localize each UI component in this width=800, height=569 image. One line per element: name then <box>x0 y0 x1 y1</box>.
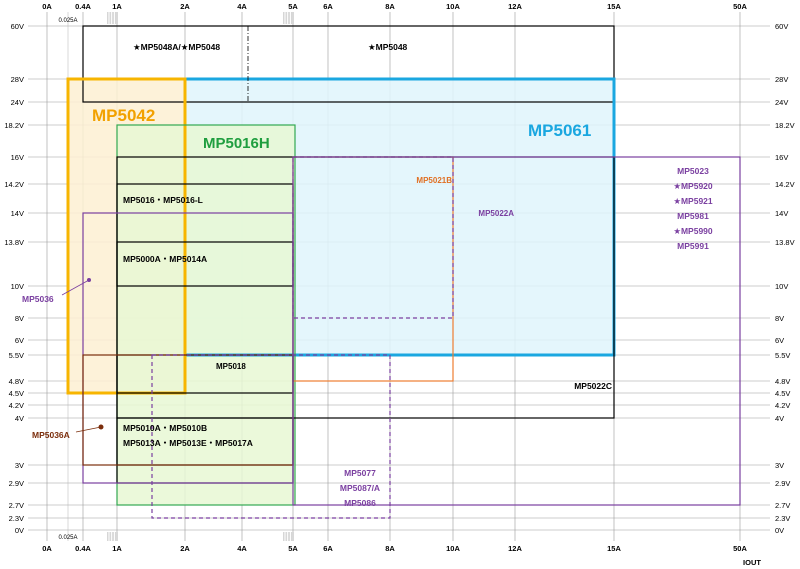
y-tick-label-left: 14.2V <box>4 180 24 189</box>
y-tick-label-left: 3V <box>15 461 24 470</box>
x-tick-label-top: 12A <box>508 2 522 11</box>
region-label: MP5087/A <box>340 483 380 493</box>
region-label: MP5023 <box>677 166 709 176</box>
y-tick-label-left: 4.2V <box>9 401 24 410</box>
region-label: ★MP5920 <box>673 181 713 191</box>
region-label: ★MP5921 <box>673 196 713 206</box>
region-label: ★MP5048A/★MP5048 <box>133 42 220 52</box>
y-tick-label-right: 6V <box>775 336 784 345</box>
x-tick-label-bottom: 50A <box>733 544 747 553</box>
x-tick-label-top: 2A <box>180 2 190 11</box>
y-tick-label-left: 14V <box>11 209 24 218</box>
y-tick-label-left: 4.8V <box>9 377 24 386</box>
region-label: MP5036 <box>22 294 54 304</box>
x-tick-label-bottom: 2A <box>180 544 190 553</box>
y-tick-label-right: 4.8V <box>775 377 790 386</box>
y-tick-label-right: 4V <box>775 414 784 423</box>
region-label: MP5018 <box>216 362 246 371</box>
y-tick-label-left: 2.7V <box>9 501 24 510</box>
x-tick-label-top: 10A <box>446 2 460 11</box>
x-tick-label-bottom: 15A <box>607 544 621 553</box>
region-label: MP5981 <box>677 211 709 221</box>
region-fill <box>117 125 295 505</box>
region-label: MP5000A・MP5014A <box>123 254 207 264</box>
y-tick-label-left: 16V <box>11 153 24 162</box>
y-tick-label-left: 8V <box>15 314 24 323</box>
x-tick-label-bottom: 12A <box>508 544 522 553</box>
x-tick-label-bottom: 0A <box>42 544 52 553</box>
y-tick-label-right: 24V <box>775 98 788 107</box>
region-label: MP5010A・MP5010B <box>123 423 207 433</box>
y-tick-label-right: 3V <box>775 461 784 470</box>
region-label: MP5086 <box>344 498 376 508</box>
region-label: ★MP5048 <box>368 42 408 52</box>
y-tick-label-left: 2.3V <box>9 514 24 523</box>
y-tick-label-right: 4.5V <box>775 389 790 398</box>
x-tick-label-bottom: 4A <box>237 544 247 553</box>
y-tick-label-right: 2.9V <box>775 479 790 488</box>
mp5036a-callout-dot <box>98 424 104 430</box>
region-label: MP5022A <box>478 209 514 218</box>
y-tick-label-left: 24V <box>11 98 24 107</box>
region-label: MP5013A・MP5013E・MP5017A <box>123 438 253 448</box>
y-tick-label-right: 4.2V <box>775 401 790 410</box>
y-tick-label-right: 5.5V <box>775 351 790 360</box>
x-tick-label-top: 4A <box>237 2 247 11</box>
region-label: MP5991 <box>677 241 709 251</box>
region-label: MP5016H <box>203 135 270 152</box>
y-tick-label-left: 2.9V <box>9 479 24 488</box>
x-tick-label-top: 0A <box>42 2 52 11</box>
y-tick-label-right: 14V <box>775 209 788 218</box>
y-tick-label-left: 10V <box>11 282 24 291</box>
y-tick-label-left: 6V <box>15 336 24 345</box>
x-tick-label-top: 0.025A <box>58 18 77 24</box>
region-label: MP5042 <box>92 106 155 125</box>
x-tick-label-top: 15A <box>607 2 621 11</box>
x-axis-unit-label: IOUT <box>743 558 761 567</box>
x-tick-label-bottom: 0.025A <box>58 535 77 541</box>
y-tick-label-right: 10V <box>775 282 788 291</box>
region-label: MP5061 <box>528 121 591 140</box>
region-label: MP5036A <box>32 430 70 440</box>
region-label: MP5077 <box>344 468 376 478</box>
y-tick-label-left: 4.5V <box>9 389 24 398</box>
x-tick-label-bottom: 5A <box>288 544 298 553</box>
x-tick-label-top: 0.4A <box>75 2 91 11</box>
x-tick-label-top: 8A <box>385 2 395 11</box>
region-label: ★MP5990 <box>673 226 713 236</box>
x-tick-label-top: 1A <box>112 2 122 11</box>
y-tick-label-right: 8V <box>775 314 784 323</box>
x-tick-label-bottom: 0.4A <box>75 544 91 553</box>
region-label: MP5021B <box>416 176 452 185</box>
y-tick-label-right: 0V <box>775 526 784 535</box>
current-voltage-chart: 0A 0A 0.4A 0.4A 1A 1A 2A 2A 4A 4A 5A 5A 6A 6A 8A 8A 10A 1… <box>4 2 795 567</box>
y-tick-label-right: 13.8V <box>775 238 795 247</box>
x-tick-label-bottom: 6A <box>323 544 333 553</box>
y-tick-label-left: 5.5V <box>9 351 24 360</box>
y-tick-label-left: 60V <box>11 22 24 31</box>
y-tick-label-left: 4V <box>15 414 24 423</box>
region-label: MP5016・MP5016-L <box>123 195 203 205</box>
y-tick-label-left: 28V <box>11 75 24 84</box>
y-tick-label-right: 18.2V <box>775 121 795 130</box>
y-tick-label-right: 2.7V <box>775 501 790 510</box>
y-tick-label-left: 18.2V <box>4 121 24 130</box>
y-tick-label-right: 16V <box>775 153 788 162</box>
region-label: MP5022C <box>574 381 612 391</box>
y-tick-label-left: 0V <box>15 526 24 535</box>
x-tick-label-top: 5A <box>288 2 298 11</box>
y-tick-label-left: 13.8V <box>4 238 24 247</box>
x-tick-label-bottom: 10A <box>446 544 460 553</box>
x-tick-label-top: 6A <box>323 2 333 11</box>
y-tick-label-right: 28V <box>775 75 788 84</box>
mp5036a-callout-line <box>75 426 102 433</box>
x-tick-label-bottom: 1A <box>112 544 122 553</box>
mp5036-callout-dot <box>87 278 91 282</box>
x-tick-label-top: 50A <box>733 2 747 11</box>
y-tick-label-right: 2.3V <box>775 514 790 523</box>
y-tick-label-right: 14.2V <box>775 180 795 189</box>
y-tick-label-right: 60V <box>775 22 788 31</box>
x-tick-label-bottom: 8A <box>385 544 395 553</box>
